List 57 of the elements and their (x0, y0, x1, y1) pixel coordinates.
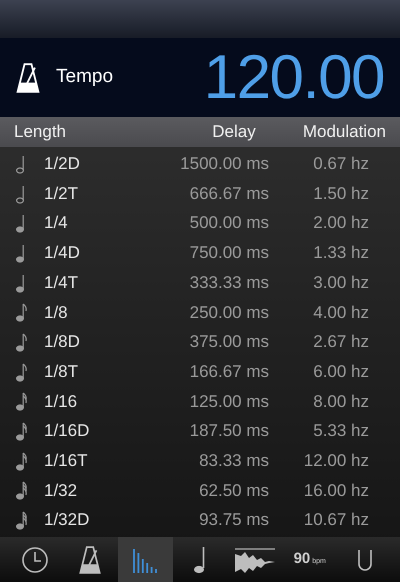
note-icon (16, 332, 28, 352)
length-cell-text: 1/2T (44, 182, 80, 205)
modulation-cell-text: 1.50 hz (313, 182, 369, 205)
modulation-cell-text: 2.00 hz (313, 212, 369, 234)
length-cell-text: 1/4T (44, 272, 80, 294)
delay-cell-text: 333.33 ms (188, 272, 269, 294)
clock-icon (21, 546, 50, 574)
length-cell-text: 1/4D (44, 242, 81, 264)
delay-cell-text: 62.50 ms (198, 480, 269, 502)
modulation-cell-text: 12.00 hz (304, 450, 369, 472)
delay-cell-text: 166.67 ms (188, 360, 269, 383)
length-cell-text: 1/8 (44, 302, 69, 324)
modulation-cell-text: 0.67 hz (313, 153, 369, 176)
tempo-value: 120.00 (204, 46, 384, 108)
modulation-cell-text: 3.00 hz (313, 272, 369, 294)
length-cell-text: 1/2D (44, 153, 81, 176)
modulation-cell-text: 2.67 hz (313, 331, 369, 354)
delay-cell-text: 750.00 ms (188, 242, 269, 264)
note-icon (194, 546, 206, 574)
delay-cell-text: 500.00 ms (188, 212, 269, 234)
metronome-icon (78, 546, 102, 574)
length-cell-text: 1/32 (44, 480, 78, 502)
delay-cell-text: 93.75 ms (198, 509, 269, 532)
column-header: Length (14, 121, 67, 144)
note-icon (16, 480, 28, 500)
note-icon (16, 450, 28, 471)
length-cell-text: 1/32D (44, 509, 90, 532)
note-icon (16, 421, 28, 442)
delay-cell-text: 250.00 ms (188, 302, 269, 324)
length-cell-text: 1/16 (44, 390, 78, 413)
delay-cell-text: 187.50 ms (188, 420, 269, 442)
column-header: Modulation (302, 121, 386, 144)
delay-cell-text: 83.33 ms (198, 450, 269, 472)
modulation-cell-text: 1.33 hz (313, 242, 369, 264)
metronome-icon (16, 62, 40, 92)
delay-cell-text: 375.00 ms (188, 331, 269, 354)
delay-cell-text: 125.00 ms (188, 390, 269, 413)
length-cell-text: 1/4 (44, 212, 69, 234)
tempo-label: Tempo (56, 65, 114, 90)
note-icon (16, 510, 28, 530)
note-icon (16, 362, 28, 382)
waveform-icon (234, 546, 275, 574)
modulation-cell-text: 4.00 hz (313, 302, 369, 324)
modulation-cell-text: 10.67 hz (304, 509, 369, 532)
column-header: Delay (211, 121, 257, 144)
length-cell-text: 1/8D (44, 331, 81, 354)
length-cell-text: 1/16T (44, 450, 88, 472)
modulation-cell-text: 5.33 hz (313, 420, 369, 442)
modulation-cell-text: 6.00 hz (313, 360, 369, 383)
length-cell-text: 1/8T (44, 360, 80, 383)
note-icon (16, 391, 28, 412)
modulation-cell-text: 16.00 hz (304, 480, 369, 502)
delay-cell-text: 1500.00 ms (179, 153, 269, 176)
note-icon (16, 302, 28, 322)
length-cell-text: 1/16D (44, 420, 90, 442)
delay-cell-text: 666.67 ms (188, 182, 269, 205)
modulation-cell-text: 8.00 hz (313, 390, 369, 413)
